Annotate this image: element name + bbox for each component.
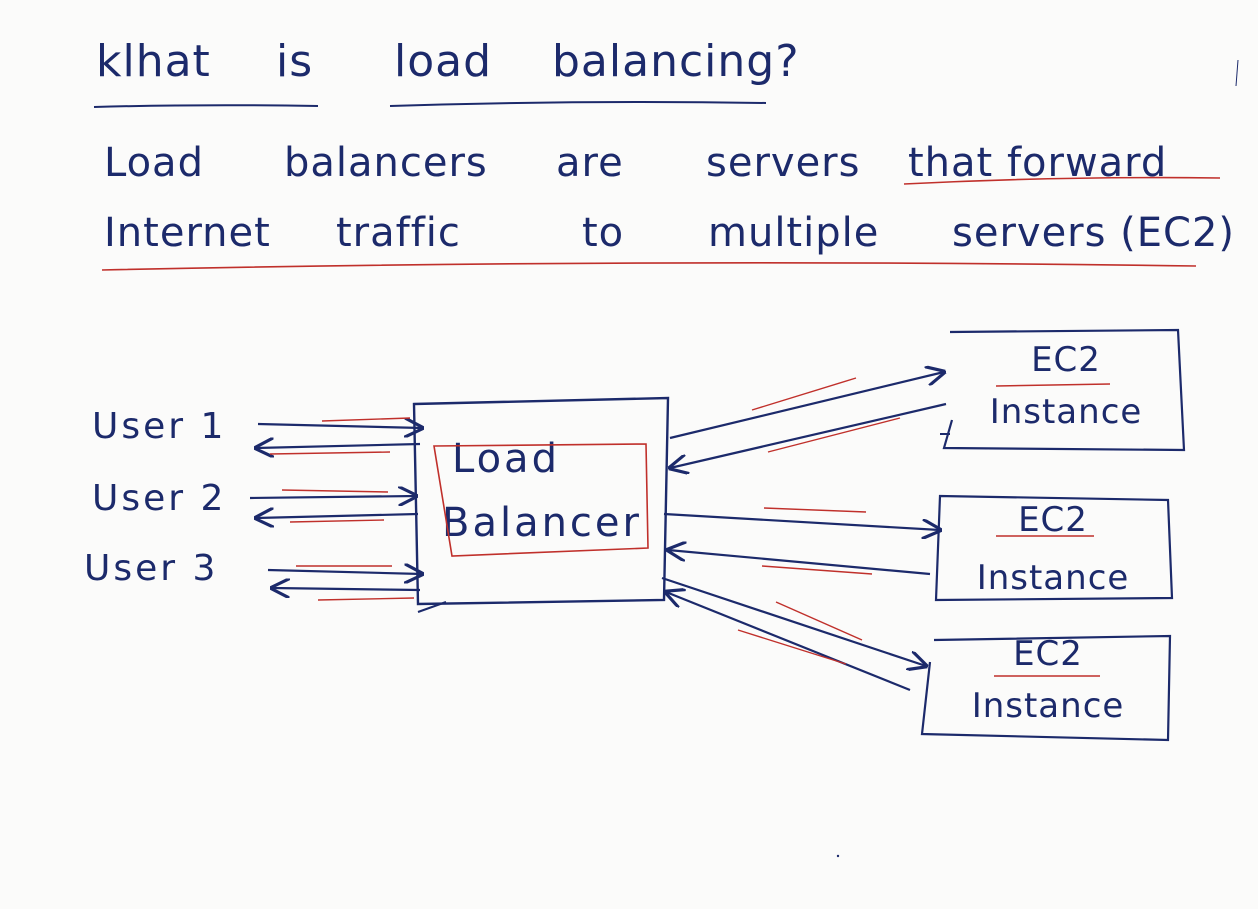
user-3-request-arrow bbox=[267, 570, 422, 574]
lb-to-ec2-2-arrow bbox=[663, 512, 940, 530]
user-1-response-arrow bbox=[256, 444, 421, 448]
user-3-response-arrow bbox=[272, 588, 421, 590]
load-balancer-inner-red-box bbox=[433, 443, 649, 557]
ec2-1-to-lb-arrow bbox=[670, 402, 947, 468]
ec2-2-to-lb-arrow bbox=[668, 550, 931, 576]
diagram-drawing bbox=[93, 59, 1239, 858]
question-underline-1 bbox=[93, 104, 319, 108]
question-underline-2 bbox=[389, 101, 767, 107]
definition-red-underline-2 bbox=[101, 262, 1197, 271]
ec2-2-box bbox=[934, 494, 1174, 602]
user-2-request-arrow bbox=[249, 496, 416, 498]
ec2-3-box bbox=[920, 634, 1172, 742]
whiteboard-page: klhat is load balancing? Load balancers … bbox=[0, 0, 1258, 909]
user-1-request-arrow bbox=[257, 424, 422, 428]
load-balancer-box bbox=[412, 396, 670, 606]
definition-red-underline-1 bbox=[903, 176, 1221, 185]
ec2-1-box bbox=[942, 328, 1186, 452]
lb-to-ec2-1-arrow bbox=[669, 372, 944, 440]
user-2-response-arrow bbox=[256, 514, 419, 518]
lb-to-ec2-3-arrow bbox=[661, 576, 926, 666]
